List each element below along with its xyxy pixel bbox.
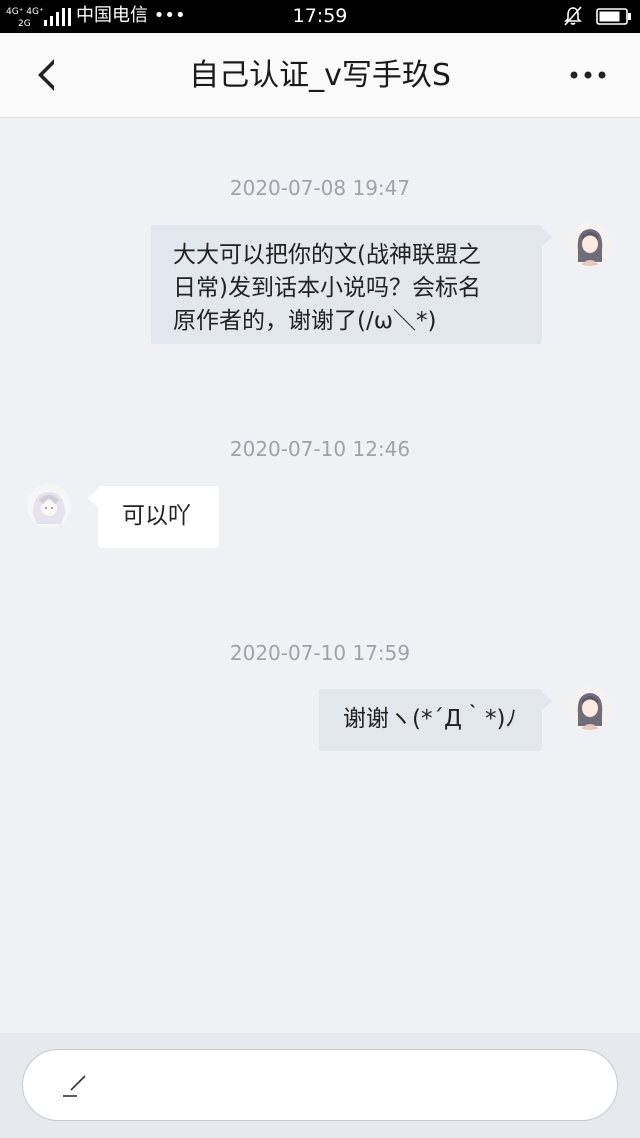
message-line: 日常)发到话本小说吗？会标名 (173, 275, 481, 301)
message-timestamp: 2020-07-08 19:47 (229, 176, 411, 200)
message-bubble-received[interactable]: 可以吖 (98, 486, 219, 548)
bell-muted-icon (564, 6, 582, 26)
message-list[interactable]: 2020-07-08 19:47 大大可以把你的文(战神联盟之 日常)发到话本小… (0, 118, 640, 1033)
message-input[interactable] (22, 1049, 618, 1121)
my-avatar[interactable] (568, 686, 612, 730)
chat-title: 自己认证_v写手玖S (189, 58, 451, 93)
message-bubble-sent[interactable]: 大大可以把你的文(战神联盟之 日常)发到话本小说吗？会标名 原作者的，谢谢了(/… (151, 225, 542, 344)
message-timestamp: 2020-07-10 12:46 (229, 437, 411, 461)
back-arrow-icon[interactable] (24, 53, 68, 97)
battery-icon (596, 8, 631, 25)
clock: 17:59 (292, 5, 348, 27)
more-dots-icon[interactable] (560, 53, 616, 97)
contact-avatar[interactable] (27, 484, 71, 528)
my-avatar[interactable] (568, 222, 612, 266)
message-bubble-sent[interactable]: 谢谢ヽ(*´Д｀*)ﾉ (319, 689, 542, 751)
status-bar: 4G⁺ 4G⁺ 2G 中国电信 ••• 17:59 (0, 0, 640, 33)
message-line: 原作者的，谢谢了(/ω＼*) (173, 308, 437, 334)
message-line: 大大可以把你的文(战神联盟之 (173, 242, 481, 268)
message-timestamp: 2020-07-10 17:59 (229, 641, 411, 665)
chat-header: 自己认证_v写手玖S (0, 33, 640, 118)
pen-icon (63, 1075, 86, 1097)
composer-bar (0, 1033, 640, 1138)
